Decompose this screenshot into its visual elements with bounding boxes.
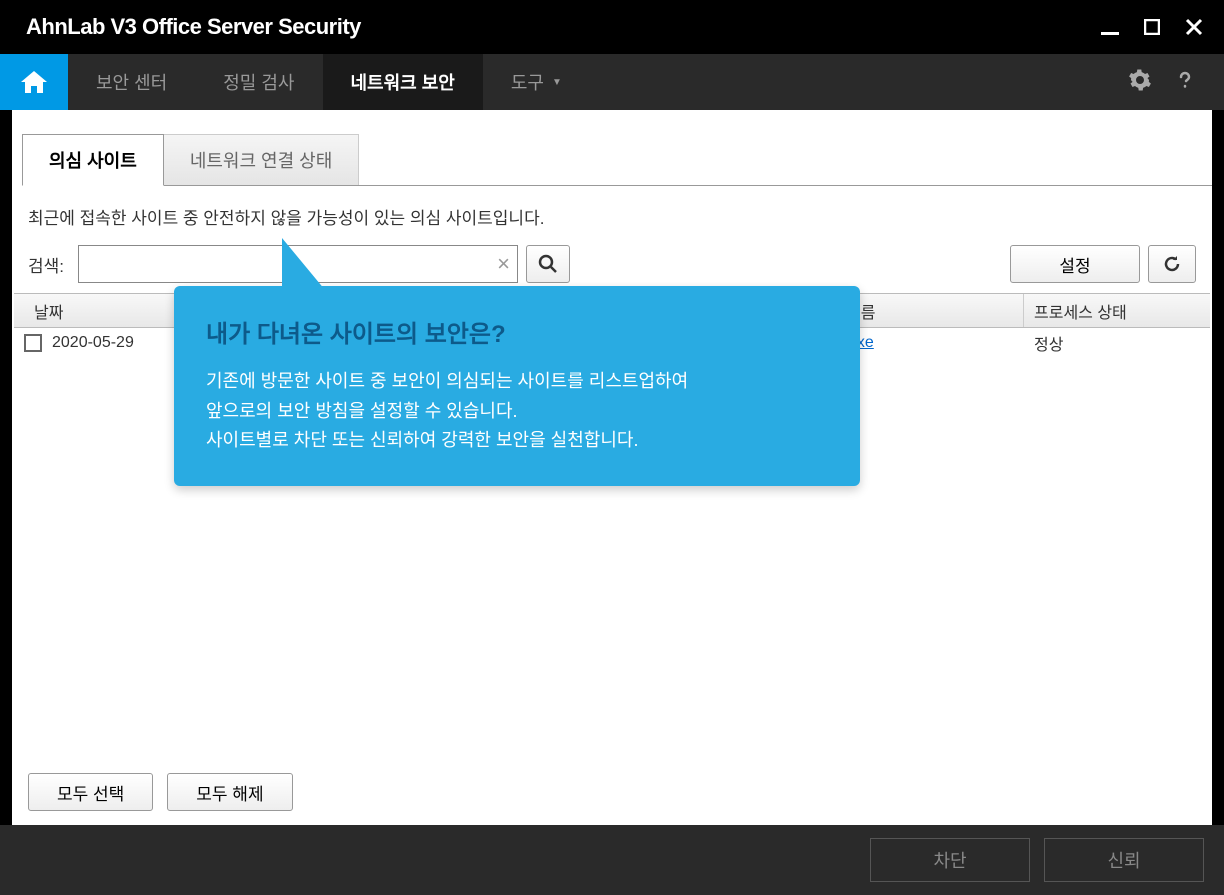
settings-button[interactable]: 설정	[1010, 245, 1140, 283]
tab-label: 의심 사이트	[49, 151, 137, 171]
tab-label: 네트워크 연결 상태	[190, 151, 332, 171]
block-button[interactable]: 차단	[870, 838, 1030, 882]
nav-network-security[interactable]: 네트워크 보안	[323, 54, 483, 110]
maximize-button[interactable]	[1142, 17, 1162, 37]
tab-suspicious-sites[interactable]: 의심 사이트	[22, 134, 164, 186]
app-title: AhnLab V3 Office Server Security	[26, 14, 361, 40]
nav-detailed-scan[interactable]: 정밀 검사	[195, 54, 322, 110]
select-all-button[interactable]: 모두 선택	[28, 773, 153, 811]
nav-bar: 보안 센터 정밀 검사 네트워크 보안 도구 ▼	[0, 54, 1224, 110]
row-checkbox[interactable]	[24, 334, 42, 352]
search-label: 검색:	[28, 252, 64, 277]
footer-bar: 차단 신뢰	[0, 825, 1224, 895]
callout-title: 내가 다녀온 사이트의 보안은?	[206, 314, 828, 349]
tabs: 의심 사이트 네트워크 연결 상태	[22, 134, 1212, 186]
nav-security-center[interactable]: 보안 센터	[68, 54, 195, 110]
deselect-all-button[interactable]: 모두 해제	[167, 773, 292, 811]
home-button[interactable]	[0, 54, 68, 110]
cell-date: 2020-05-29	[52, 334, 134, 352]
tab-description: 최근에 접속한 사이트 중 안전하지 않을 가능성이 있는 의심 사이트입니다.	[28, 204, 1212, 229]
help-icon[interactable]	[1174, 69, 1196, 96]
nav-item-label: 정밀 검사	[223, 69, 294, 95]
chevron-down-icon: ▼	[552, 77, 562, 88]
home-icon	[19, 69, 49, 95]
window-controls	[1100, 17, 1204, 37]
settings-icon[interactable]	[1128, 68, 1152, 97]
nav-tools[interactable]: 도구 ▼	[483, 54, 590, 110]
help-callout: 내가 다녀온 사이트의 보안은? 기존에 방문한 사이트 중 보안이 의심되는 …	[174, 286, 860, 486]
th-name[interactable]: 이름	[838, 294, 1024, 327]
refresh-icon	[1162, 254, 1182, 274]
callout-line: 사이트별로 차단 또는 신뢰하여 강력한 보안을 실천합니다.	[206, 430, 638, 450]
th-status[interactable]: 프로세스 상태	[1024, 294, 1210, 327]
callout-body: 기존에 방문한 사이트 중 보안이 의심되는 사이트를 리스트업하여 앞으로의 …	[206, 367, 828, 456]
search-icon	[538, 254, 558, 274]
nav-item-label: 도구	[511, 69, 544, 95]
nav-item-label: 네트워크 보안	[351, 69, 455, 95]
clear-search-icon[interactable]: ×	[497, 251, 510, 277]
td-name: exe	[838, 328, 1024, 358]
tab-network-status[interactable]: 네트워크 연결 상태	[163, 134, 359, 185]
td-status: 정상	[1024, 328, 1210, 358]
nav-right	[1128, 54, 1224, 110]
close-button[interactable]	[1184, 17, 1204, 37]
title-bar: AhnLab V3 Office Server Security	[0, 0, 1224, 54]
content-bottom-bar: 모두 선택 모두 해제	[12, 759, 1212, 825]
callout-line: 앞으로의 보안 방침을 설정할 수 있습니다.	[206, 401, 518, 421]
trust-button[interactable]: 신뢰	[1044, 838, 1204, 882]
nav-items: 보안 센터 정밀 검사 네트워크 보안 도구 ▼	[68, 54, 1128, 110]
nav-item-label: 보안 센터	[96, 69, 167, 95]
refresh-button[interactable]	[1148, 245, 1196, 283]
minimize-button[interactable]	[1100, 17, 1120, 37]
callout-line: 기존에 방문한 사이트 중 보안이 의심되는 사이트를 리스트업하여	[206, 371, 688, 391]
search-button[interactable]	[526, 245, 570, 283]
